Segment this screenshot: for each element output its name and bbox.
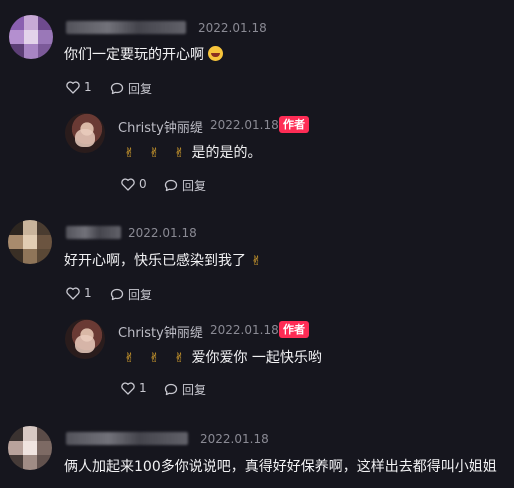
avatar[interactable] [8,220,52,264]
like-count: 1 [139,381,147,395]
reply-button[interactable]: 回复 [110,80,152,97]
crossed-fingers-heart-icon: ✌ [174,351,185,366]
like-button[interactable]: 0 [121,177,147,191]
reply-label: 回复 [182,179,207,193]
speech-bubble-icon [110,288,124,301]
reply-label: 回复 [128,288,153,302]
reply-button[interactable]: 回复 [164,177,206,194]
like-count: 1 [84,80,92,94]
reply-button[interactable]: 回复 [164,381,206,398]
reply-button[interactable]: 回复 [110,286,152,303]
avatar[interactable] [8,426,52,470]
like-button[interactable]: 1 [66,80,92,94]
heart-outline-icon [121,177,135,191]
comment-date: 2022.01.18 [200,432,269,446]
crossed-fingers-heart-icon: ✌ [251,254,262,269]
like-button[interactable]: 1 [121,381,147,395]
crossed-fingers-heart-icon: ✌ [124,146,135,161]
reply-text: ✌ ✌ ✌ 爱你爱你 一起快乐哟 [122,347,322,367]
author-name[interactable]: Christy钟丽缇 [118,117,203,136]
comment-date: 2022.01.18 [128,226,197,240]
crossed-fingers-heart-icon: ✌ [149,146,160,161]
like-button[interactable]: 1 [66,286,92,300]
like-count: 1 [84,286,92,300]
username-redacted[interactable] [66,226,121,239]
crossed-fingers-heart-icon: ✌ [124,351,135,366]
comment-date: 2022.01.18 [198,21,267,35]
author-badge: 作者 [279,116,309,133]
reply-label: 回复 [182,383,207,397]
crossed-fingers-heart-icon: ✌ [174,146,185,161]
author-name[interactable]: Christy钟丽缇 [118,322,203,341]
comment-text: 俩人加起来100多你说说吧，真得好好保养啊，这样出去都得叫小姐姐 [64,459,497,475]
heart-outline-icon [121,381,135,395]
heart-outline-icon [66,286,80,300]
author-avatar[interactable] [65,113,105,153]
reply-date: 2022.01.18 [210,323,279,337]
speech-bubble-icon [110,82,124,95]
comment-text: 你们一定要玩的开心啊 [64,44,223,64]
crossed-fingers-heart-icon: ✌ [149,351,160,366]
laughing-face-icon [208,46,223,61]
like-count: 0 [139,177,147,191]
comment-text: 好开心啊，快乐已感染到我了 ✌ [64,250,264,270]
author-avatar[interactable] [65,319,105,359]
speech-bubble-icon [164,179,178,192]
reply-date: 2022.01.18 [210,118,279,132]
reply-label: 回复 [128,82,153,96]
heart-outline-icon [66,80,80,94]
speech-bubble-icon [164,383,178,396]
username-redacted[interactable] [66,432,188,445]
avatar[interactable] [9,15,53,59]
author-badge: 作者 [279,321,309,338]
username-redacted[interactable] [66,21,186,34]
reply-text: ✌ ✌ ✌ 是的是的。 [122,142,261,162]
